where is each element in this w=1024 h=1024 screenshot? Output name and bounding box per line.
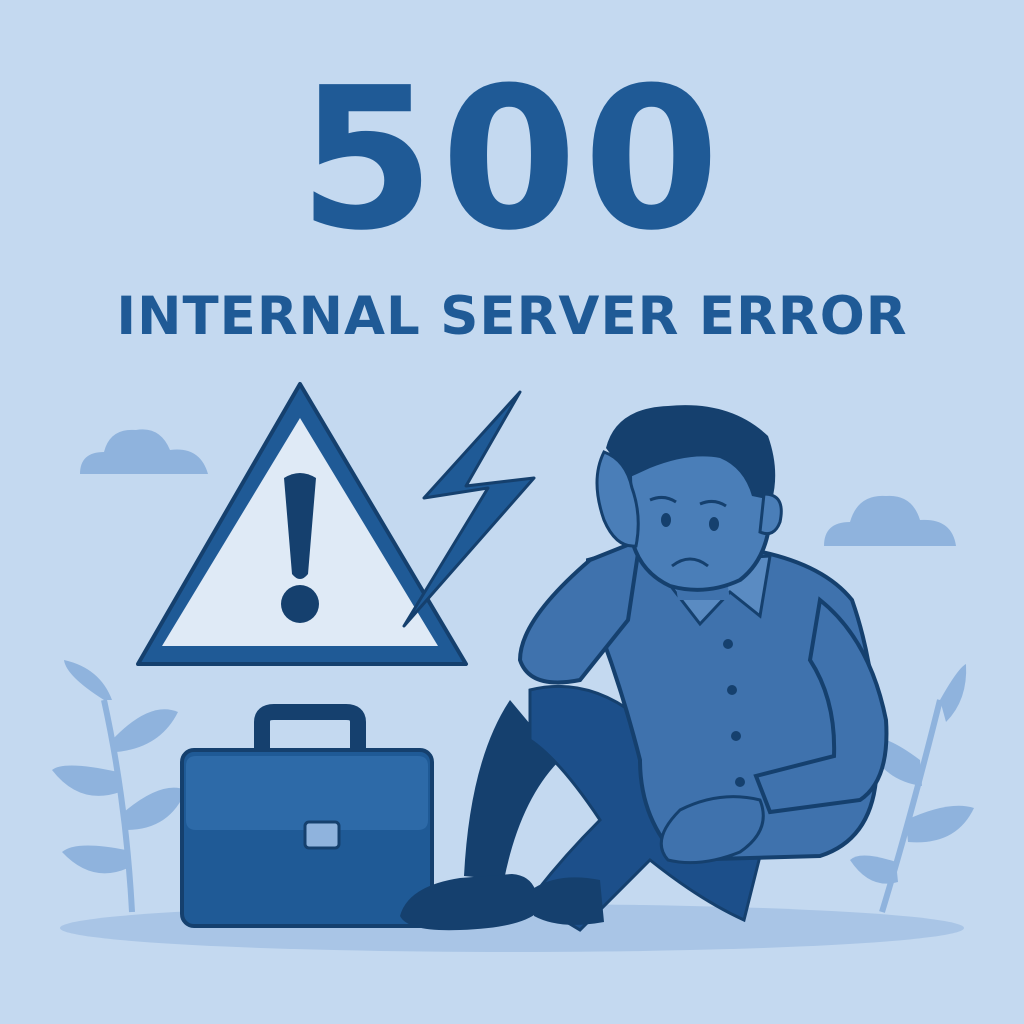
error-title: INTERNAL SERVER ERROR	[116, 286, 908, 347]
error-page: 500 INTERNAL SERVER ERROR	[0, 0, 1024, 1024]
error-code: 500	[298, 46, 726, 274]
